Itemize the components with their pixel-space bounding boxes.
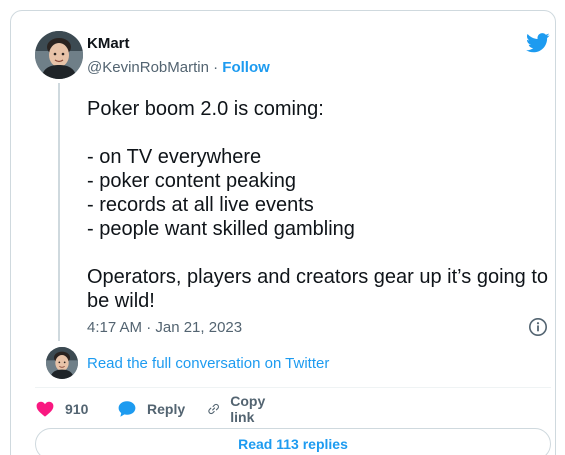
tweet-line: - poker content peaking	[87, 170, 297, 192]
copy-link-label: Copy link	[230, 393, 266, 425]
like-count: 910	[65, 401, 89, 417]
tweet-line: Poker boom 2.0 is coming:	[87, 98, 324, 120]
info-icon[interactable]	[528, 317, 548, 337]
tweet-line: - on TV everywhere	[87, 146, 262, 168]
reply-label: Reply	[147, 401, 186, 417]
tweet-line: - records at all live events	[87, 194, 314, 216]
author-name[interactable]: KMart	[87, 35, 130, 52]
conversation-avatar[interactable]	[46, 347, 78, 379]
reply-button[interactable]: Reply	[117, 399, 185, 419]
follow-button[interactable]: Follow	[222, 59, 270, 76]
read-full-conversation-link[interactable]: Read the full conversation on Twitter	[87, 355, 329, 372]
thread-connector-line	[58, 83, 60, 341]
link-icon	[208, 403, 219, 415]
copy-link-button[interactable]: Copy link	[207, 393, 272, 425]
author-handle-row: @KevinRobMartin · Follow	[87, 59, 270, 76]
heart-icon	[36, 401, 54, 417]
tweet-card: KMart @KevinRobMartin · Follow Poker boo…	[10, 10, 556, 455]
author-avatar[interactable]	[35, 31, 83, 79]
author-avatar-image	[35, 31, 83, 79]
conversation-avatar-image	[46, 347, 78, 379]
divider	[35, 387, 551, 388]
like-button[interactable]: 910	[35, 399, 88, 419]
speech-bubble-icon	[118, 401, 136, 417]
tweet-line: - people want skilled gambling	[87, 218, 355, 240]
handle-separator: ·	[213, 59, 219, 76]
read-replies-button[interactable]: Read 113 replies	[35, 428, 551, 455]
author-handle[interactable]: @KevinRobMartin	[87, 59, 209, 76]
tweet-text: Poker boom 2.0 is coming: - on TV everyw…	[87, 97, 557, 313]
tweet-line: Operators, players and creators gear up …	[87, 266, 548, 288]
tweet-line: be wild!	[87, 290, 155, 312]
tweet-timestamp[interactable]: 4:17 AM · Jan 21, 2023	[87, 319, 242, 336]
twitter-bird-icon[interactable]	[526, 33, 550, 55]
